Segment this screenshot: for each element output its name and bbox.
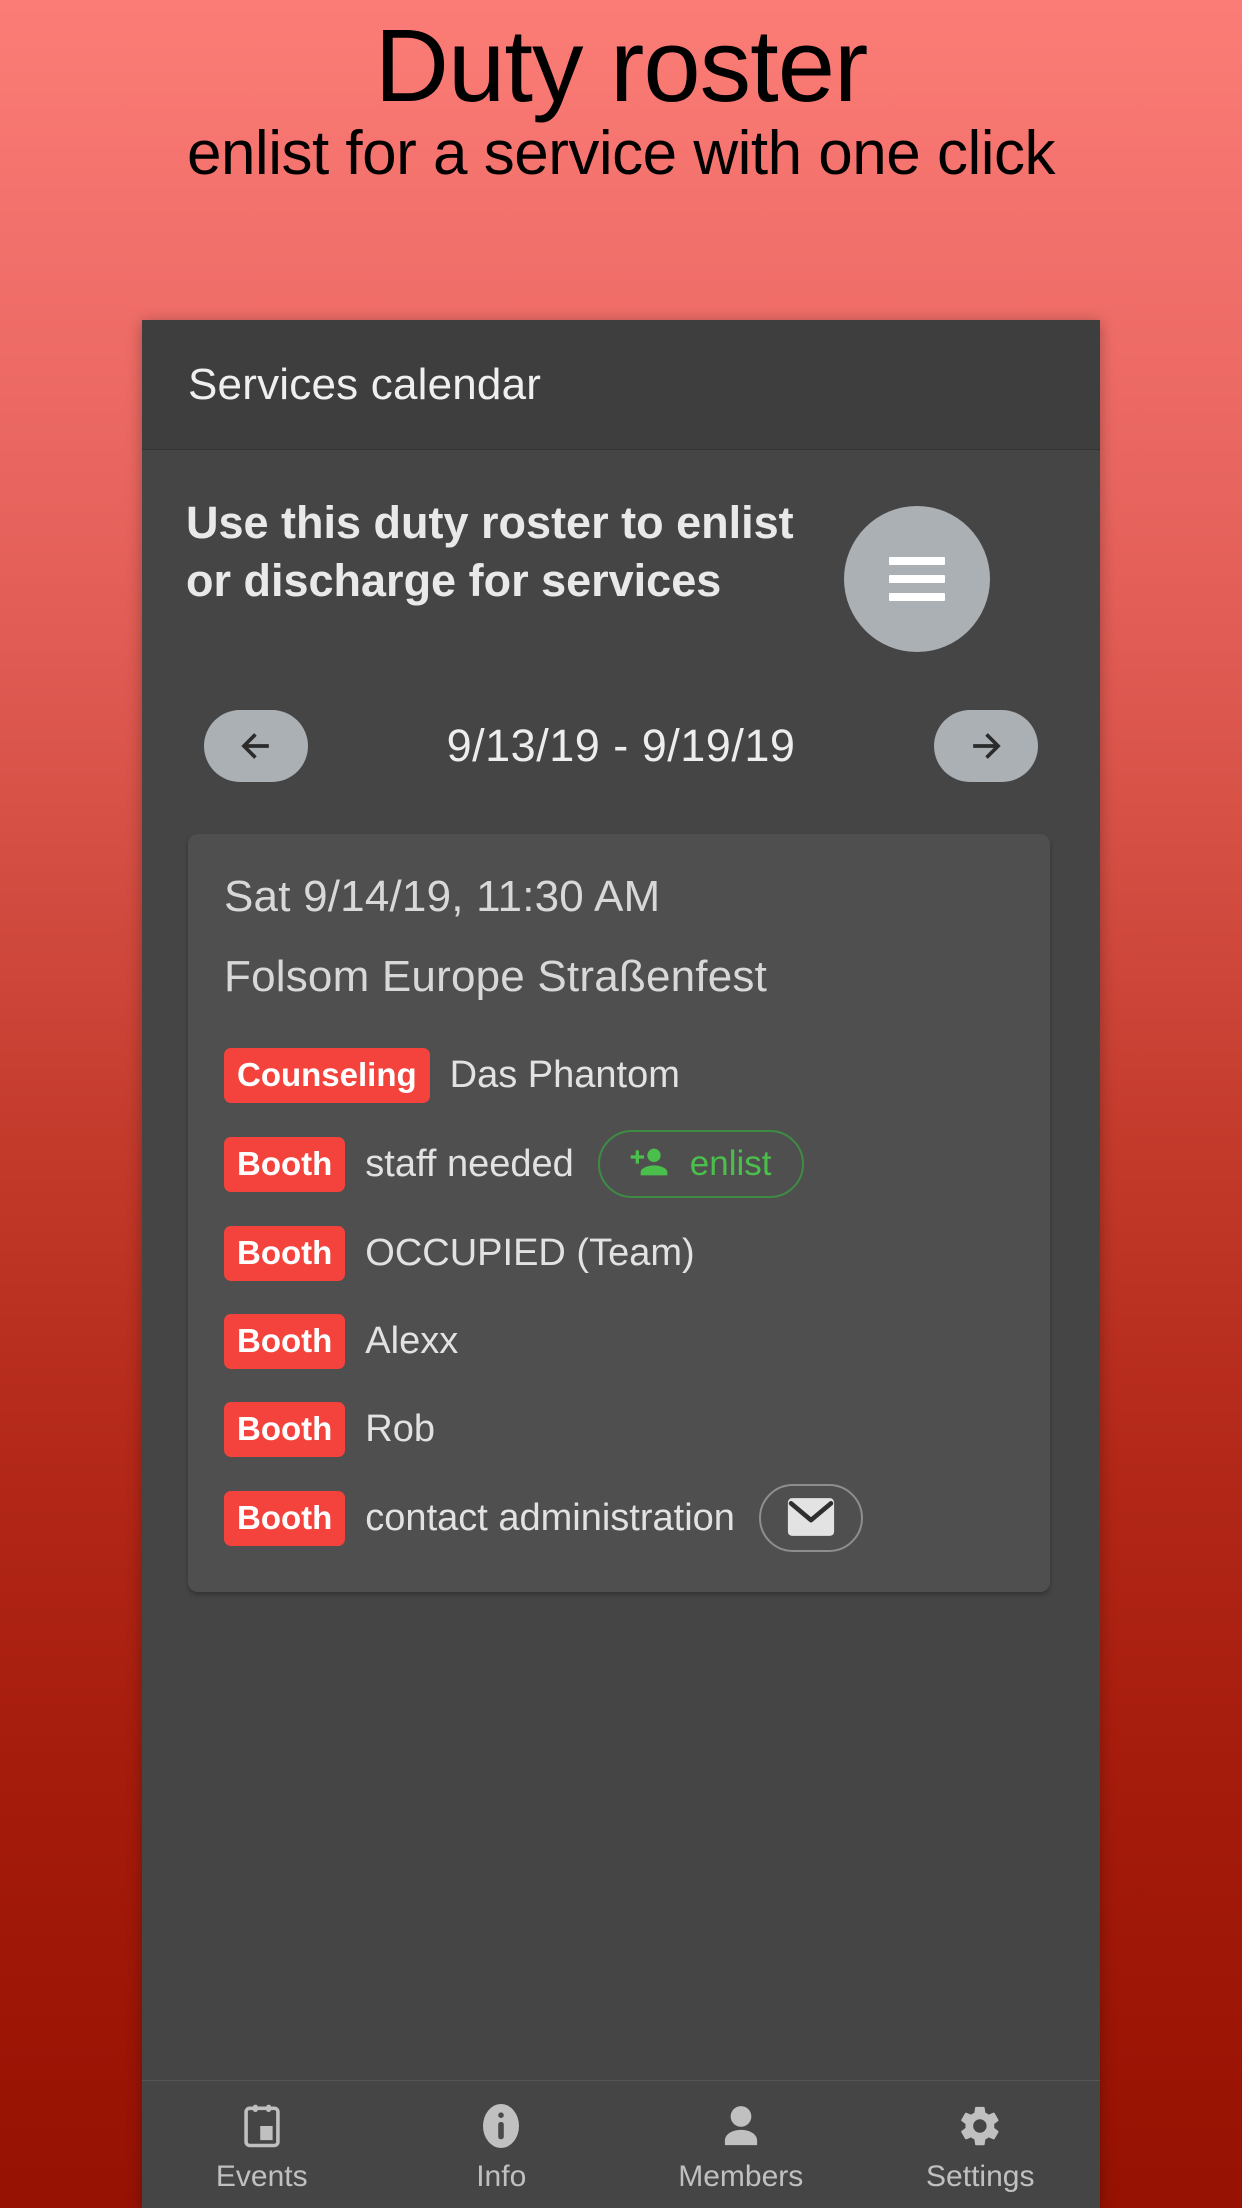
next-week-button[interactable] (934, 710, 1038, 782)
week-navigation: 9/13/19 - 9/19/19 (142, 652, 1100, 782)
promo-title: Duty roster (374, 8, 869, 123)
service-assignee-label: OCCUPIED (Team) (365, 1231, 695, 1274)
service-slot-row[interactable]: Booth Rob (224, 1396, 1014, 1462)
app-screenshot-frame: Services calendar Use this duty roster t… (142, 320, 1100, 2208)
bottom-nav-item-members[interactable]: Members (621, 2096, 861, 2194)
arrow-right-icon (973, 733, 1001, 759)
enlist-button-label: enlist (689, 1143, 772, 1183)
app-bar: Services calendar (142, 320, 1100, 450)
hamburger-menu-button[interactable] (844, 506, 990, 652)
service-type-badge: Booth (224, 1136, 346, 1192)
service-slot-row[interactable]: Booth contact administration (224, 1484, 1014, 1552)
event-datetime: Sat 9/14/19, 11:30 AM (224, 872, 661, 921)
service-assignee-label: Rob (365, 1407, 436, 1450)
service-type-badge: Booth (224, 1401, 346, 1457)
person-icon (719, 2102, 763, 2150)
bottom-nav-item-label: Info (476, 2159, 527, 2193)
arrow-left-icon (241, 733, 269, 759)
promo-subtitle: enlist for a service with one click (186, 119, 1056, 188)
service-type-badge: Booth (224, 1225, 346, 1281)
bottom-nav-item-settings[interactable]: Settings (861, 2096, 1101, 2194)
service-assignee-label: Alexx (365, 1319, 459, 1362)
calendar-icon (240, 2102, 284, 2150)
person-add-icon (626, 1142, 672, 1185)
service-type-badge: Booth (224, 1490, 346, 1546)
info-circle-icon (480, 2102, 522, 2150)
bottom-navigation-bar: Events Info Members Settings (142, 2080, 1100, 2208)
service-type-badge: Counseling (224, 1047, 430, 1103)
intro-text: Use this duty roster to enlist or discha… (186, 497, 794, 606)
app-bar-title: Services calendar (188, 359, 542, 409)
gear-icon (957, 2102, 1003, 2150)
service-slot-row[interactable]: Booth Alexx (224, 1308, 1014, 1374)
bottom-nav-item-info[interactable]: Info (382, 2096, 622, 2194)
event-name: Folsom Europe Straßenfest (224, 952, 768, 1001)
contact-administration-button[interactable] (758, 1484, 863, 1552)
service-assignee-label: contact administration (365, 1496, 735, 1539)
service-slot-row[interactable]: Counseling Das Phantom (224, 1042, 1014, 1108)
service-slot-row[interactable]: Booth staff needed enlist (224, 1130, 1014, 1198)
service-assignee-label: Das Phantom (449, 1053, 680, 1096)
hamburger-menu-icon (889, 557, 945, 565)
service-type-badge: Booth (224, 1313, 346, 1369)
service-slot-row[interactable]: Booth OCCUPIED (Team) (224, 1220, 1014, 1286)
hamburger-menu-icon (889, 575, 945, 583)
promo-backdrop: Duty roster enlist for a service with on… (0, 0, 1242, 2208)
event-card[interactable]: Sat 9/14/19, 11:30 AM Folsom Europe Stra… (188, 834, 1050, 1592)
hamburger-menu-icon (889, 593, 945, 601)
bottom-nav-item-label: Events (215, 2159, 308, 2193)
week-range-label: 9/13/19 - 9/19/19 (446, 720, 796, 771)
enlist-button[interactable]: enlist (597, 1130, 804, 1198)
service-assignee-label: staff needed (365, 1142, 574, 1185)
intro-section: Use this duty roster to enlist or discha… (142, 450, 1100, 652)
previous-week-button[interactable] (204, 710, 308, 782)
bottom-nav-item-events[interactable]: Events (142, 2096, 382, 2194)
bottom-nav-item-label: Members (678, 2159, 804, 2193)
service-slot-list: Counseling Das Phantom Booth staff needed en… (224, 1042, 1014, 1552)
mail-icon (785, 1496, 837, 1541)
bottom-nav-item-label: Settings (926, 2159, 1035, 2193)
